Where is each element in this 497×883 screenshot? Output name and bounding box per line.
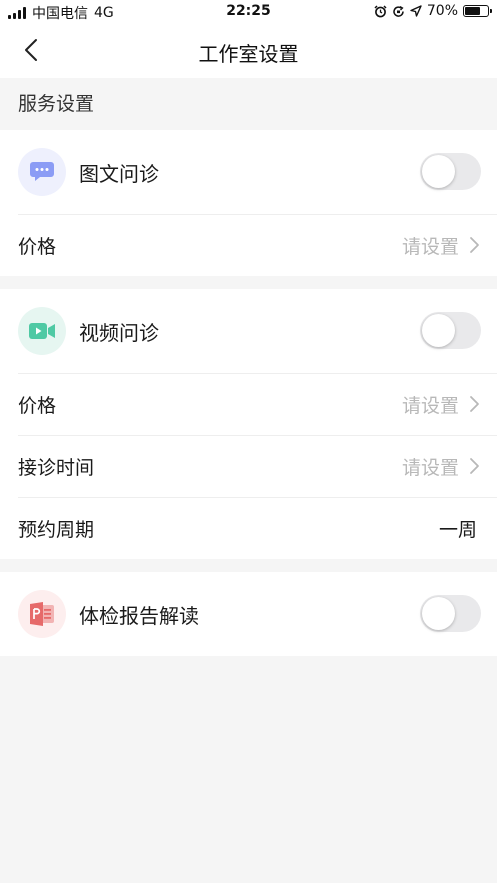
toggle-knob: [422, 597, 455, 630]
report-document-icon: [18, 590, 66, 638]
service-row: 图文问诊: [0, 130, 497, 214]
text-consult-price-row[interactable]: 价格 请设置: [18, 214, 497, 276]
page-title: 工作室设置: [198, 42, 299, 66]
rotation-lock-icon: [393, 5, 404, 17]
service-card-video-consult: 视频问诊 价格 请设置 接诊时间 请设置 预约周期 一周: [0, 289, 497, 559]
row-value: 请设置: [401, 395, 459, 417]
service-card-report-reading: 体检报告解读: [0, 572, 497, 656]
service-row: 视频问诊: [0, 289, 497, 373]
video-camera-icon: [18, 307, 66, 355]
video-consult-time-row[interactable]: 接诊时间 请设置: [18, 435, 497, 497]
report-reading-toggle[interactable]: [420, 595, 481, 632]
alarm-icon: [374, 4, 387, 17]
location-arrow-icon: [410, 5, 422, 17]
row-value: 一周: [438, 519, 477, 541]
row-value: 请设置: [401, 236, 459, 258]
battery-icon: [463, 5, 492, 17]
service-row: 体检报告解读: [0, 572, 497, 656]
battery-fill: [465, 7, 480, 15]
chevron-right-icon: [470, 458, 479, 474]
row-label: 接诊时间: [18, 457, 95, 479]
status-bar-right: 70%: [374, 3, 492, 19]
service-name: 体检报告解读: [79, 603, 199, 628]
battery-percent: 70%: [426, 3, 458, 19]
status-bar: 中国电信 4G 22:25 70%: [0, 0, 497, 24]
service-card-text-consult: 图文问诊 价格 请设置: [0, 130, 497, 276]
service-name: 视频问诊: [79, 320, 159, 345]
toggle-knob: [422, 314, 455, 347]
section-gap: [0, 276, 497, 289]
chat-bubble-icon: [18, 148, 66, 196]
row-label: 预约周期: [18, 519, 95, 541]
video-consult-price-row[interactable]: 价格 请设置: [18, 373, 497, 435]
video-consult-period-row[interactable]: 预约周期 一周: [18, 497, 497, 559]
chevron-right-icon: [470, 396, 479, 412]
navigation-bar: 工作室设置: [0, 24, 497, 78]
toggle-knob: [422, 155, 455, 188]
row-value: 请设置: [401, 457, 459, 479]
service-name: 图文问诊: [79, 161, 159, 186]
text-consult-toggle[interactable]: [420, 153, 481, 190]
chevron-right-icon: [470, 237, 479, 253]
video-consult-toggle[interactable]: [420, 312, 481, 349]
row-label: 价格: [18, 236, 57, 258]
row-label: 价格: [18, 395, 57, 417]
section-header: 服务设置: [0, 78, 497, 130]
section-gap: [0, 559, 497, 572]
